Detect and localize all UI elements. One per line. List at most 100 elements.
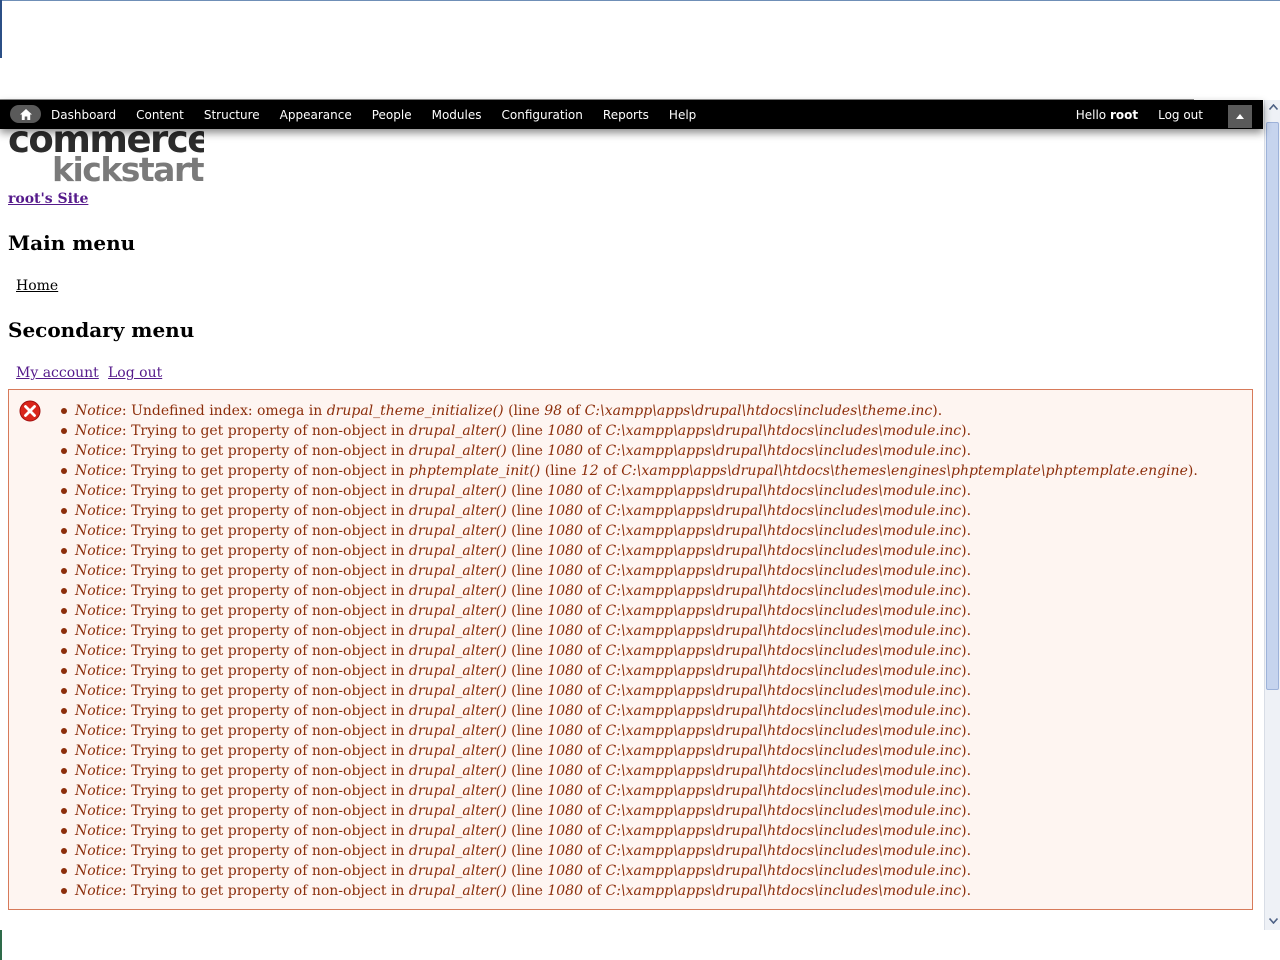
- message-line-number: 1080: [547, 623, 583, 639]
- message-line-prefix: (line: [506, 563, 548, 579]
- message-line-prefix: (line: [506, 823, 548, 839]
- message-end: ).: [961, 423, 972, 439]
- message-line-prefix: (line: [506, 783, 548, 799]
- toolbar-logout-link[interactable]: Log out: [1158, 108, 1203, 122]
- message-text: : Trying to get property of non-object i…: [121, 863, 409, 879]
- message-label: Notice: [75, 443, 122, 459]
- username[interactable]: root: [1110, 108, 1138, 122]
- message-line-number: 1080: [547, 503, 583, 519]
- message-of: of: [582, 803, 606, 819]
- message-label: Notice: [75, 643, 122, 659]
- error-message-list: Notice : Undefined index: omega in drupal…: [61, 401, 1198, 901]
- error-message-item: Notice: Trying to get property of non-ob…: [61, 521, 1198, 541]
- bullet-icon: [61, 608, 67, 614]
- message-of: of: [582, 503, 606, 519]
- message-function: drupal_alter(): [408, 563, 507, 579]
- shortcuts-toggle-button[interactable]: [1228, 105, 1252, 128]
- toolbar-link-dashboard[interactable]: Dashboard: [51, 108, 116, 122]
- message-end: ).: [961, 523, 972, 539]
- message-text: : Trying to get property of non-object i…: [121, 723, 409, 739]
- message-of: of: [582, 663, 606, 679]
- error-message-item: Notice: Trying to get property of non-ob…: [61, 781, 1198, 801]
- message-end: ).: [961, 563, 972, 579]
- error-message-item: Notice: Trying to get property of non-ob…: [61, 681, 1198, 701]
- toolbar-link-configuration[interactable]: Configuration: [502, 108, 583, 122]
- top-border: [0, 0, 1280, 1]
- message-end: ).: [961, 763, 972, 779]
- message-line-prefix: (line: [506, 543, 548, 559]
- main-menu-item-home[interactable]: Home: [16, 278, 58, 294]
- message-label: Notice: [75, 503, 122, 519]
- message-line-prefix: (line: [506, 623, 548, 639]
- message-label: Notice: [75, 423, 122, 439]
- message-line-prefix: (line: [506, 583, 548, 599]
- toolbar-link-help[interactable]: Help: [669, 108, 696, 122]
- bullet-icon: [61, 768, 67, 774]
- window-edge: [0, 930, 2, 960]
- message-label: Notice: [75, 823, 122, 839]
- message-function: drupal_alter(): [408, 803, 507, 819]
- message-text: : Undefined index: omega in: [121, 403, 327, 419]
- error-message-item: Notice: Trying to get property of non-ob…: [61, 741, 1198, 761]
- message-of: of: [582, 643, 606, 659]
- message-function: drupal_alter(): [408, 423, 507, 439]
- message-label: Notice: [75, 763, 122, 779]
- secondary-menu-heading: Secondary menu: [8, 318, 195, 342]
- bullet-icon: [61, 888, 67, 894]
- message-line-number: 1080: [547, 763, 583, 779]
- message-function: drupal_alter(): [408, 623, 507, 639]
- message-of: of: [598, 463, 622, 479]
- toolbar-link-people[interactable]: People: [372, 108, 412, 122]
- message-line-number: 1080: [547, 443, 583, 459]
- message-line-number: 1080: [547, 863, 583, 879]
- message-text: : Trying to get property of non-object i…: [121, 543, 409, 559]
- error-message-item: Notice: Trying to get property of non-ob…: [61, 561, 1198, 581]
- toolbar-link-reports[interactable]: Reports: [603, 108, 649, 122]
- error-message-item: Notice: Trying to get property of non-ob…: [61, 761, 1198, 781]
- bullet-icon: [61, 428, 67, 434]
- toolbar-link-structure[interactable]: Structure: [204, 108, 260, 122]
- message-of: of: [582, 783, 606, 799]
- scrollbar-thumb[interactable]: [1266, 122, 1279, 690]
- home-icon: [19, 108, 32, 120]
- message-end: ).: [961, 743, 972, 759]
- message-line-prefix: (line: [506, 443, 548, 459]
- message-line-prefix: (line: [506, 663, 548, 679]
- message-of: of: [562, 403, 585, 419]
- message-line-number: 1080: [547, 603, 583, 619]
- error-message-item: Notice: Trying to get property of non-ob…: [61, 701, 1198, 721]
- message-function: drupal_alter(): [408, 483, 507, 499]
- message-end: ).: [961, 623, 972, 639]
- message-line-prefix: (line: [506, 683, 548, 699]
- toolbar-link-modules[interactable]: Modules: [432, 108, 482, 122]
- message-line-number: 1080: [547, 883, 583, 899]
- error-messages: Notice : Undefined index: omega in drupal…: [8, 389, 1253, 910]
- site-name-link[interactable]: root's Site: [8, 191, 88, 207]
- home-button[interactable]: [10, 105, 41, 123]
- secondary-menu-item-log-out[interactable]: Log out: [108, 365, 162, 381]
- message-of: of: [582, 723, 606, 739]
- vertical-scrollbar[interactable]: [1264, 100, 1280, 930]
- toolbar-link-appearance[interactable]: Appearance: [280, 108, 352, 122]
- message-text: : Trying to get property of non-object i…: [121, 663, 409, 679]
- message-label: Notice: [75, 523, 122, 539]
- message-of: of: [582, 443, 606, 459]
- site-logo[interactable]: commerce kickstart: [8, 124, 204, 188]
- scroll-up-button[interactable]: [1265, 100, 1280, 114]
- user-greeting: Hello root: [1076, 108, 1138, 122]
- bullet-icon: [61, 648, 67, 654]
- message-end: ).: [1187, 463, 1198, 479]
- message-file-path: C:\xampp\apps\drupal\htdocs\includes\mod…: [605, 743, 962, 759]
- error-message-item: Notice: Trying to get property of non-ob…: [61, 801, 1198, 821]
- message-of: of: [582, 543, 606, 559]
- message-end: ).: [961, 723, 972, 739]
- scroll-down-button[interactable]: [1265, 914, 1280, 928]
- message-function: drupal_alter(): [408, 783, 507, 799]
- message-of: of: [582, 843, 606, 859]
- message-label: Notice: [75, 623, 122, 639]
- message-function: drupal_alter(): [408, 523, 507, 539]
- secondary-menu-item-my-account[interactable]: My account: [16, 365, 99, 381]
- message-end: ).: [961, 783, 972, 799]
- message-text: : Trying to get property of non-object i…: [121, 503, 409, 519]
- toolbar-link-content[interactable]: Content: [136, 108, 184, 122]
